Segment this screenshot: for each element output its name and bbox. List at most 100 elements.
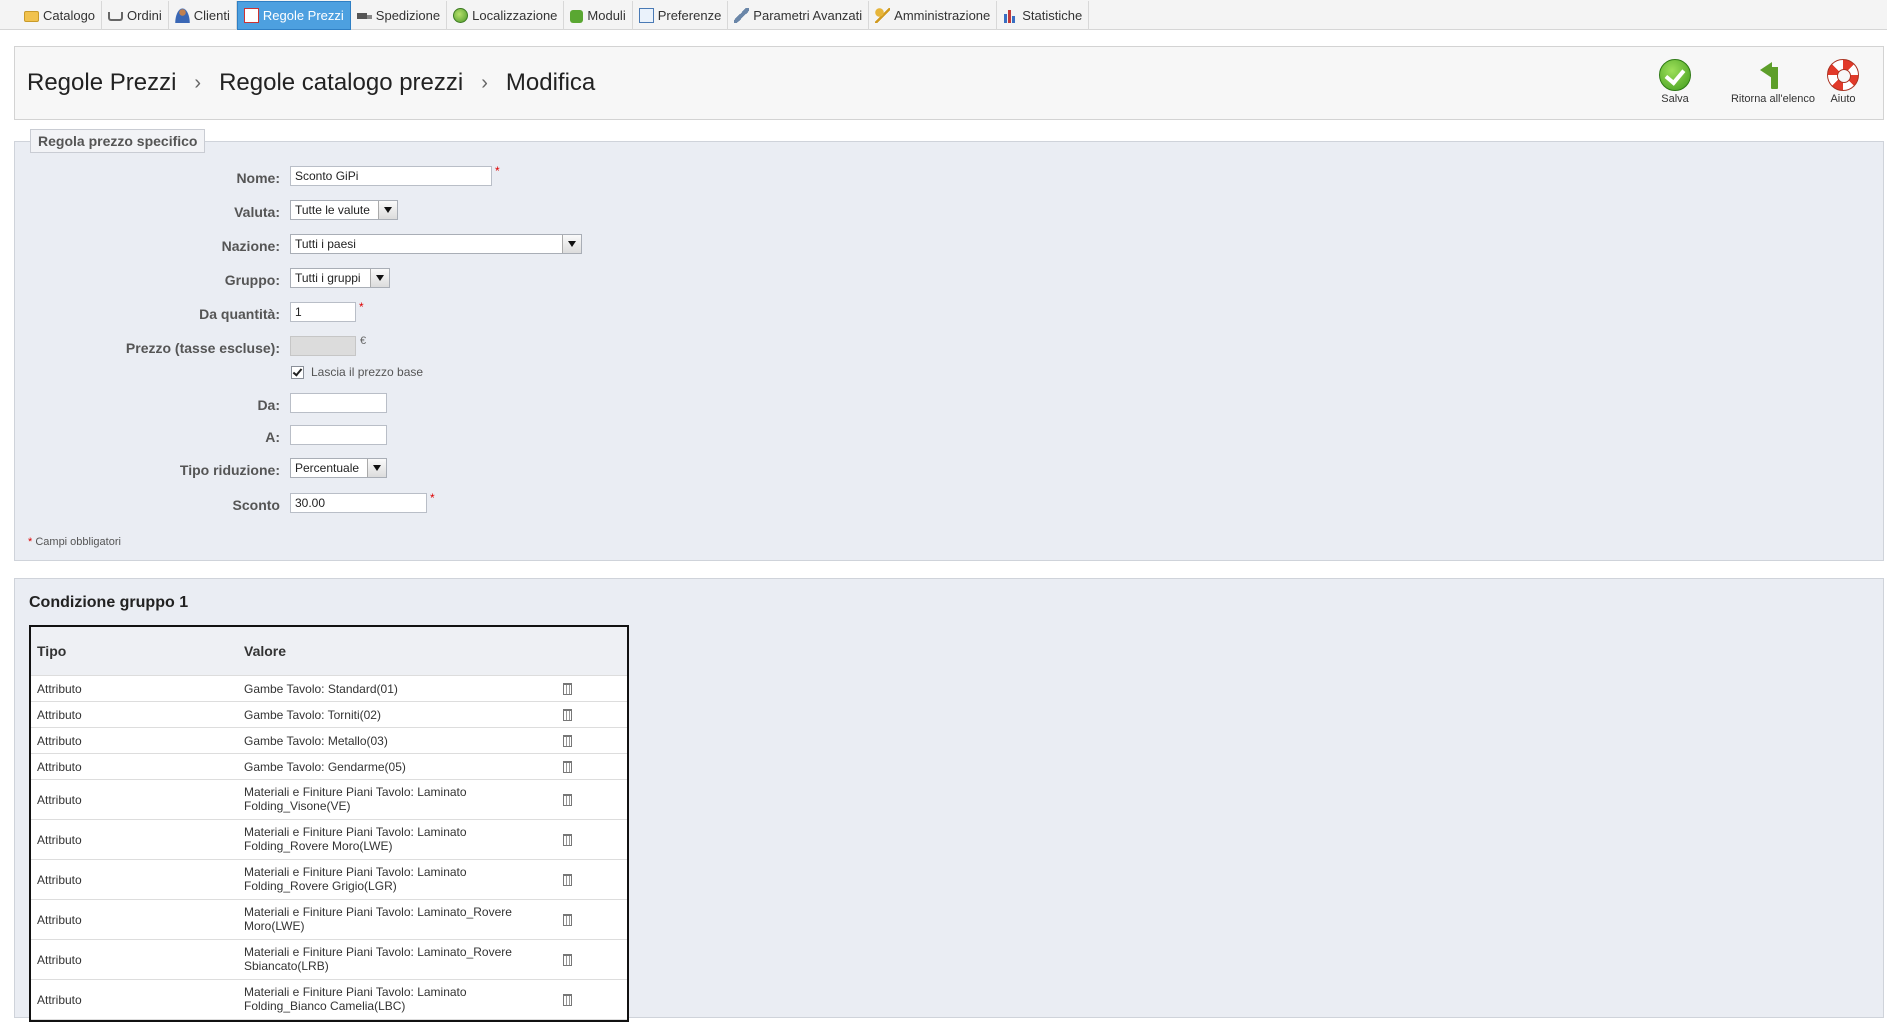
table-row: Attributo Materiali e Finiture Piani Tavo… [31,820,627,860]
required-mark: * [430,491,435,505]
reduction-type-select[interactable]: Percentuale [290,458,387,478]
condition-type: Attributo [37,792,82,807]
reduction-type-value: Percentuale [295,461,360,475]
row-leave-base-price: Lascia il prezzo base [15,365,815,389]
help-button[interactable]: Aiuto [1827,59,1859,105]
group-select[interactable]: Tutti i gruppi [290,268,390,288]
tab-label: Regole Prezzi [262,8,344,23]
back-to-list-button[interactable]: Ritorna all'elenco [1723,59,1823,105]
trash-icon[interactable] [563,682,572,695]
truck-icon [356,8,372,23]
tab-label: Localizzazione [472,8,558,23]
help-label: Aiuto [1830,93,1856,105]
country-value: Tutti i paesi [295,237,356,251]
condition-value: Materiali e Finiture Piani Tavolo: Lamin… [244,785,467,813]
price-rules-icon [243,8,259,23]
tab-label: Amministrazione [894,8,991,23]
condition-type: Attributo [37,832,82,847]
trash-icon[interactable] [563,708,572,721]
euro-symbol: € [360,335,367,347]
condition-value: Gambe Tavolo: Gendarme(05) [244,759,406,774]
specific-price-rule-fieldset: Regola prezzo specifico Nome: * Valuta: … [14,129,1884,561]
trash-icon[interactable] [563,760,572,773]
to-date-input[interactable] [290,425,387,445]
globe-icon [453,8,469,23]
tab-preferenze[interactable]: Preferenze [633,1,729,30]
currency-select[interactable]: Tutte le valute [290,200,398,220]
lifebuoy-icon [1827,59,1859,91]
table-row: Attributo Materiali e Finiture Piani Tavo… [31,980,627,1020]
trash-icon[interactable] [563,734,572,747]
from-quantity-input[interactable] [290,302,356,322]
chevron-down-icon [370,269,389,287]
required-mark: * [495,164,500,178]
tab-label: Catalogo [43,8,96,23]
tab-catalogo[interactable]: Catalogo [18,1,103,30]
name-label: Nome: [236,170,280,186]
breadcrumb-separator: › [481,71,488,94]
table-row: Attributo Gambe Tavolo: Gendarme(05) [31,754,627,780]
cart-icon [108,12,124,21]
condition-value: Materiali e Finiture Piani Tavolo: Lamin… [244,905,512,933]
table-row: Attributo Materiali e Finiture Piani Tavo… [31,860,627,900]
leave-base-price-label[interactable]: Lascia il prezzo base [311,365,423,379]
tab-statistiche[interactable]: Statistiche [997,1,1090,30]
tab-amministrazione[interactable]: Amministrazione [869,1,998,30]
tab-ordini[interactable]: Ordini [102,1,169,30]
condition-type: Attributo [37,912,82,927]
to-date-label: A: [265,429,280,445]
chevron-down-icon [562,235,581,253]
condition-type: Attributo [37,759,82,774]
breadcrumb-separator: › [194,71,202,94]
row-reduction-type: Tipo riduzione: Percentuale [15,458,815,482]
save-button[interactable]: Salva [1659,59,1691,105]
discount-label: Sconto [232,497,280,513]
tab-label: Ordini [127,8,162,23]
tab-label: Preferenze [657,8,722,23]
nav-tabs: Catalogo Ordini Clienti Regole Prezzi Sp… [18,1,1090,30]
condition-group-title: Condizione gruppo 1 [29,594,189,611]
tab-localizzazione[interactable]: Localizzazione [447,1,565,30]
trash-icon[interactable] [563,993,572,1006]
tab-moduli[interactable]: Moduli [564,1,633,30]
puzzle-icon [570,9,584,23]
country-select[interactable]: Tutti i paesi [290,234,582,254]
condition-value: Materiali e Finiture Piani Tavolo: Lamin… [244,865,467,893]
trash-icon[interactable] [563,873,572,886]
tab-parametri-avanzati[interactable]: Parametri Avanzati [728,1,870,30]
group-label: Gruppo: [224,272,280,288]
condition-type: Attributo [37,733,82,748]
customers-icon [174,8,190,23]
row-price: Prezzo (tasse escluse): € [15,335,815,360]
condition-value: Gambe Tavolo: Standard(01) [244,681,398,696]
breadcrumb-item-regole-catalogo[interactable]: Regole catalogo prezzi [219,69,463,97]
name-input[interactable] [290,166,492,186]
from-date-input[interactable] [290,393,387,413]
condition-type: Attributo [37,707,82,722]
table-body: Attributo Gambe Tavolo: Standard(01) Attri… [31,676,627,1020]
trash-icon[interactable] [563,953,572,966]
price-input [290,336,356,356]
country-label: Nazione: [221,238,280,254]
stats-icon [1003,8,1019,23]
condition-value: Materiali e Finiture Piani Tavolo: Lamin… [244,825,467,853]
trash-icon[interactable] [563,793,572,806]
condition-type: Attributo [37,872,82,887]
chevron-down-icon [378,201,397,219]
tab-spedizione[interactable]: Spedizione [351,1,448,30]
leave-base-price-checkbox[interactable] [291,365,304,379]
condition-type: Attributo [37,952,82,967]
condition-group-panel: Condizione gruppo 1 Tipo Valore Attribut… [14,578,1884,1022]
tab-clienti[interactable]: Clienti [169,1,237,30]
folder-icon [24,11,39,22]
return-arrow-icon [1757,59,1789,91]
tab-regole-prezzi[interactable]: Regole Prezzi [236,1,351,30]
trash-icon[interactable] [563,833,572,846]
trash-icon[interactable] [563,913,572,926]
breadcrumb-item-regole-prezzi[interactable]: Regole Prezzi [27,69,176,97]
row-from-date: Da: [15,393,815,417]
breadcrumb: Regole Prezzi › Regole catalogo prezzi ›… [27,69,595,97]
preferences-icon [638,8,654,23]
discount-input[interactable] [290,493,427,513]
group-value: Tutti i gruppi [295,271,361,285]
